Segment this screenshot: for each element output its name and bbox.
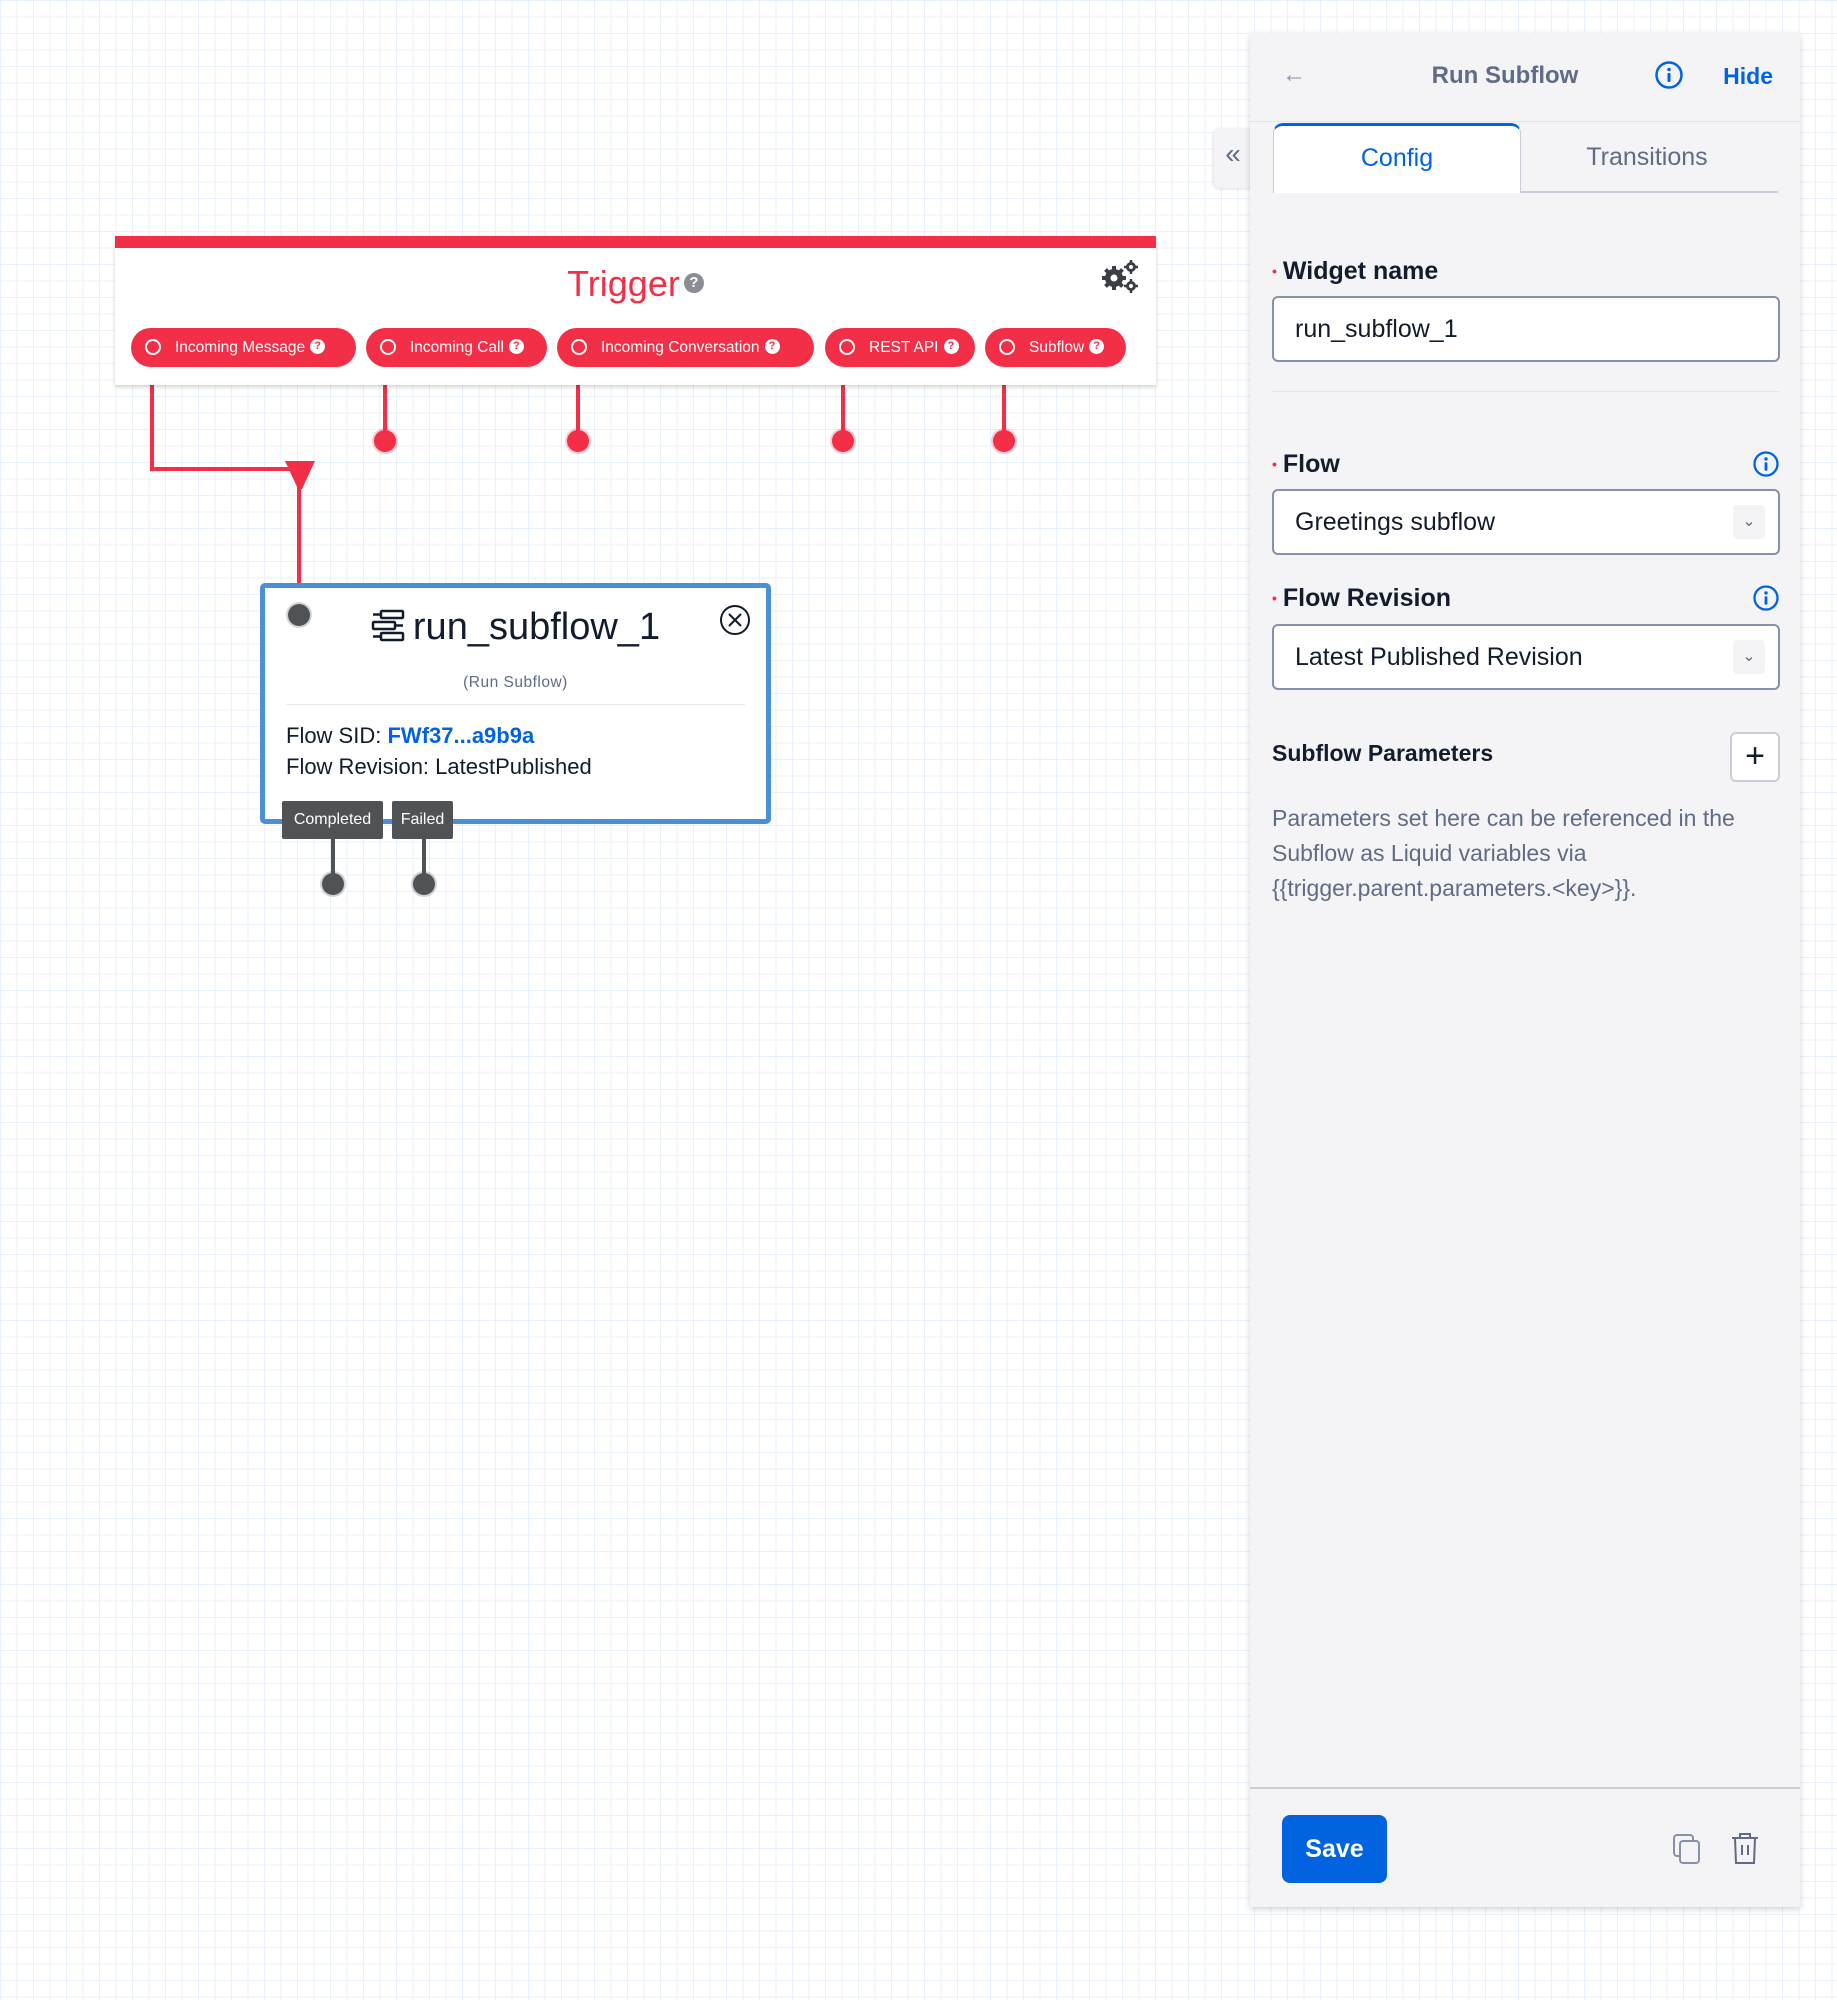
node-flow-sid: Flow SID: FWf37...a9b9a bbox=[286, 723, 534, 749]
connector-handle-incoming-conversation[interactable] bbox=[567, 430, 589, 452]
close-circle-icon[interactable] bbox=[719, 604, 751, 636]
save-button[interactable]: Save bbox=[1282, 1815, 1387, 1883]
widget-name-input[interactable]: run_subflow_1 bbox=[1272, 296, 1780, 362]
flow-revision-select[interactable]: Latest Published Revision ⌄ bbox=[1272, 624, 1780, 690]
node-title-text: run_subflow_1 bbox=[412, 606, 661, 648]
radio-ring-icon bbox=[380, 339, 396, 355]
trigger-title-text: Trigger bbox=[567, 263, 680, 304]
panel-tabs: Config Transitions bbox=[1273, 123, 1778, 193]
hide-panel-link[interactable]: Hide bbox=[1723, 63, 1773, 90]
duplicate-icon[interactable] bbox=[1672, 1833, 1702, 1865]
subflow-parameters-help: Parameters set here can be referenced in… bbox=[1272, 805, 1735, 901]
trigger-pill-incoming-call[interactable]: Incoming Call? bbox=[366, 328, 547, 367]
collapse-panel-button[interactable]: « bbox=[1214, 128, 1252, 188]
section-divider bbox=[1272, 391, 1780, 392]
plus-icon: + bbox=[1745, 737, 1765, 775]
pill-label: Subflow bbox=[1029, 339, 1085, 356]
flow-sid-link[interactable]: FWf37...a9b9a bbox=[387, 723, 534, 748]
gears-icon[interactable] bbox=[1100, 258, 1140, 294]
help-icon[interactable]: ? bbox=[508, 339, 524, 355]
widget-name-label: • Widget name bbox=[1272, 257, 1438, 286]
flow-info-icon[interactable] bbox=[1752, 450, 1780, 478]
transition-failed[interactable]: Failed bbox=[392, 801, 453, 839]
node-title: run_subflow_1 bbox=[265, 604, 766, 650]
connector-arrowhead-icon bbox=[285, 461, 315, 489]
double-chevron-left-icon: « bbox=[1225, 138, 1241, 169]
connector-handle-failed[interactable] bbox=[413, 873, 435, 895]
trigger-pill-subflow[interactable]: Subflow? bbox=[985, 328, 1126, 367]
info-icon[interactable] bbox=[1654, 60, 1684, 90]
connector-handle-rest-api[interactable] bbox=[832, 430, 854, 452]
connector-incoming-message-horizontal bbox=[150, 467, 301, 471]
widget-name-label-text: Widget name bbox=[1282, 257, 1439, 285]
pill-label: Incoming Conversation bbox=[601, 339, 760, 356]
flow-sid-label: Flow SID: bbox=[286, 723, 382, 748]
radio-ring-icon bbox=[571, 339, 587, 355]
subflow-parameters-title: Subflow Parameters bbox=[1272, 740, 1494, 766]
node-flow-revision: Flow Revision: LatestPublished bbox=[286, 754, 592, 780]
flow-select[interactable]: Greetings subflow ⌄ bbox=[1272, 489, 1780, 555]
chevron-down-icon: ⌄ bbox=[1733, 640, 1765, 674]
flow-revision-value: LatestPublished bbox=[435, 754, 592, 779]
panel-header: ← Run Subflow Hide bbox=[1250, 33, 1800, 122]
flow-revision-select-value: Latest Published Revision bbox=[1295, 643, 1583, 671]
tab-transitions[interactable]: Transitions bbox=[1523, 123, 1771, 191]
add-parameter-button[interactable]: + bbox=[1730, 732, 1780, 782]
radio-ring-icon bbox=[999, 339, 1015, 355]
trigger-title: Trigger? bbox=[115, 262, 1156, 306]
widget-config-panel: ← Run Subflow Hide Config Transitions • W… bbox=[1250, 33, 1800, 1907]
trigger-pill-rest-api[interactable]: REST API? bbox=[825, 328, 975, 367]
node-divider bbox=[286, 704, 745, 705]
flow-revision-info-icon[interactable] bbox=[1752, 584, 1780, 612]
subflow-icon bbox=[371, 609, 405, 642]
required-indicator: • bbox=[1272, 456, 1277, 472]
connector-handle-incoming-call[interactable] bbox=[374, 430, 396, 452]
node-subtitle: (Run Subflow) bbox=[463, 674, 568, 691]
stem-completed bbox=[331, 839, 335, 877]
flow-revision-label: Flow Revision: bbox=[286, 754, 430, 779]
transition-completed[interactable]: Completed bbox=[282, 801, 383, 839]
trigger-accent-bar bbox=[115, 236, 1156, 248]
help-icon[interactable]: ? bbox=[683, 273, 704, 294]
radio-ring-icon bbox=[839, 339, 855, 355]
pill-label: Incoming Message bbox=[175, 339, 306, 356]
flow-label: • Flow bbox=[1272, 450, 1340, 479]
required-indicator: • bbox=[1272, 590, 1277, 606]
tab-config[interactable]: Config bbox=[1273, 123, 1521, 193]
help-icon[interactable]: ? bbox=[943, 339, 959, 355]
stem-rest-api bbox=[841, 385, 845, 433]
help-icon[interactable]: ? bbox=[1089, 339, 1105, 355]
radio-ring-icon bbox=[145, 339, 161, 355]
pill-label: REST API bbox=[869, 339, 939, 356]
connector-incoming-message-vertical bbox=[150, 385, 154, 471]
stem-incoming-conversation bbox=[576, 385, 580, 433]
trigger-pill-incoming-message[interactable]: Incoming Message? bbox=[131, 328, 356, 367]
flow-revision-label-text: Flow Revision bbox=[1282, 584, 1451, 612]
stem-failed bbox=[422, 839, 426, 877]
chevron-down-icon: ⌄ bbox=[1733, 505, 1765, 539]
connector-to-node bbox=[297, 486, 301, 584]
stem-subflow bbox=[1002, 385, 1006, 433]
stem-incoming-call bbox=[383, 385, 387, 433]
panel-title: Run Subflow bbox=[1431, 62, 1579, 89]
trigger-pill-incoming-conversation[interactable]: Incoming Conversation? bbox=[557, 328, 814, 367]
run-subflow-node[interactable]: run_subflow_1 (Run Subflow) Flow SID: FW… bbox=[260, 583, 771, 824]
trash-icon[interactable] bbox=[1730, 1831, 1760, 1865]
flow-select-value: Greetings subflow bbox=[1295, 508, 1496, 536]
flow-revision-label: • Flow Revision bbox=[1272, 584, 1451, 613]
pill-label: Incoming Call bbox=[410, 339, 504, 356]
flow-label-text: Flow bbox=[1282, 450, 1340, 478]
required-indicator: • bbox=[1272, 263, 1277, 279]
trigger-widget[interactable]: Trigger? Incoming Message? Incoming Call… bbox=[115, 236, 1156, 385]
help-icon[interactable]: ? bbox=[764, 339, 780, 355]
connector-handle-subflow[interactable] bbox=[993, 430, 1015, 452]
help-icon[interactable]: ? bbox=[310, 339, 326, 355]
connector-handle-completed[interactable] bbox=[322, 873, 344, 895]
panel-footer: Save bbox=[1250, 1787, 1800, 1909]
